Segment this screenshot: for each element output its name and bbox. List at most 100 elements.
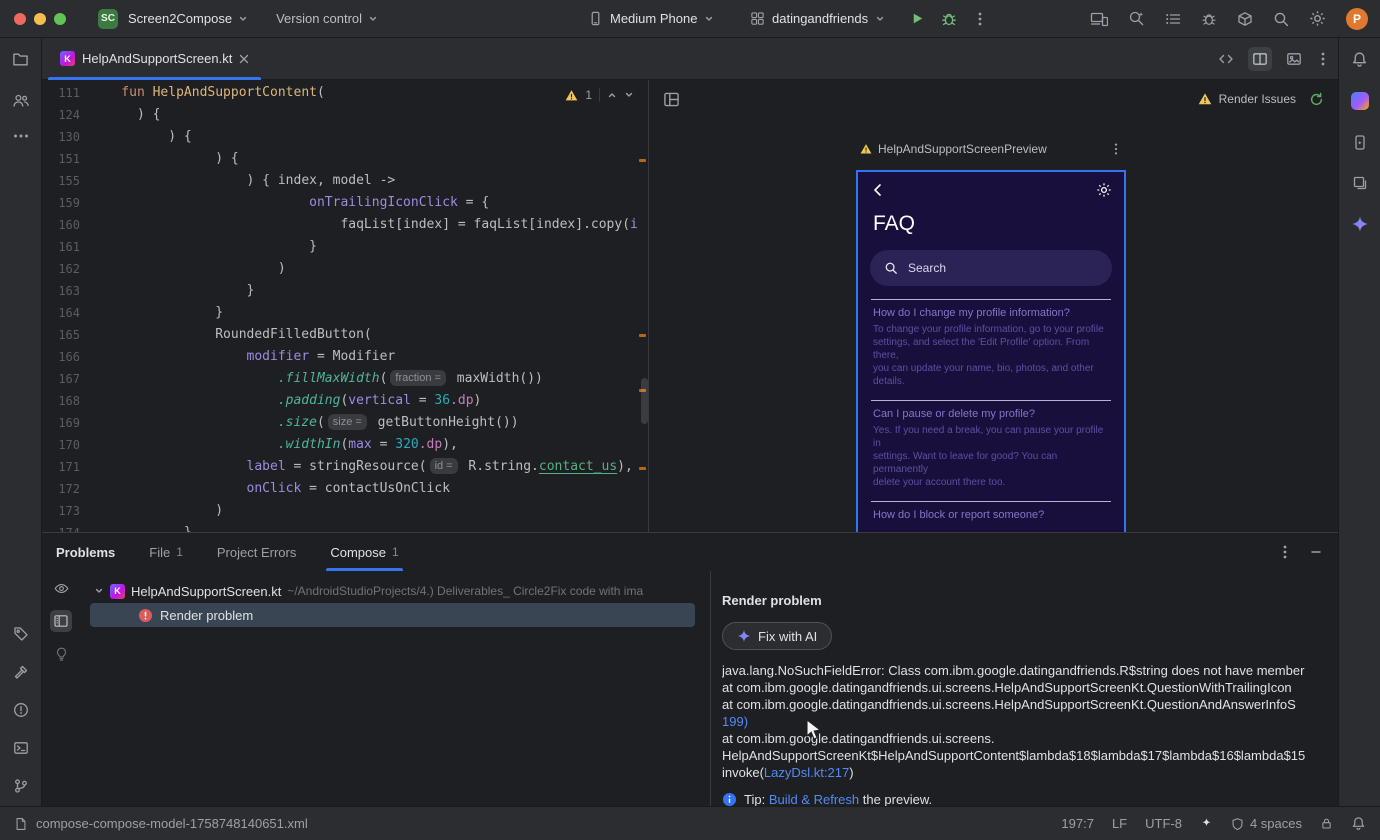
code-editor[interactable]: 111 124 130 151 155 159 160 161 162 163 164 165 166 1… — [42, 80, 648, 532]
terminal-icon[interactable] — [13, 740, 29, 756]
preview-panel-toggle-icon[interactable] — [50, 610, 72, 632]
warning-stripe-mark[interactable] — [639, 159, 646, 162]
code-line[interactable]: modifier = Modifier — [90, 346, 638, 368]
quick-fix-bulb-icon[interactable] — [54, 646, 69, 662]
view-options-eye-icon[interactable] — [53, 581, 70, 596]
people-icon[interactable] — [12, 92, 30, 109]
code-line[interactable]: ) { — [90, 104, 638, 126]
code-line[interactable]: } — [90, 236, 638, 258]
line-separator[interactable]: LF — [1112, 816, 1127, 831]
git-branch-icon[interactable] — [13, 778, 29, 794]
code-line[interactable]: ) { index, model -> — [90, 170, 638, 192]
zoom-window-button[interactable] — [54, 12, 66, 25]
editor-scrollbar[interactable] — [641, 378, 648, 424]
preview-layout-icon[interactable] — [663, 91, 680, 108]
run-configuration-selector[interactable]: datingandfriends — [750, 11, 885, 26]
refresh-icon[interactable] — [1309, 92, 1324, 107]
code-line[interactable]: ) — [90, 258, 638, 280]
debug-button[interactable] — [941, 11, 957, 27]
device-selector[interactable]: Medium Phone — [588, 11, 714, 26]
design-view-icon[interactable] — [1286, 51, 1302, 67]
running-devices-icon[interactable] — [1352, 134, 1368, 151]
notifications-bell-icon[interactable] — [1351, 51, 1368, 68]
code-line[interactable]: .padding(vertical = 36.dp) — [90, 390, 638, 412]
sdk-manager-icon[interactable] — [1237, 11, 1253, 27]
code-view-icon[interactable] — [1218, 51, 1234, 67]
code-line[interactable]: label = stringResource(id = R.string.con… — [90, 456, 638, 478]
task-list-icon[interactable] — [1165, 11, 1181, 27]
ai-sparkle-icon[interactable] — [1200, 817, 1213, 830]
close-tab-icon[interactable] — [239, 54, 249, 64]
build-refresh-link[interactable]: Build & Refresh — [769, 792, 859, 806]
notifications-bell-icon[interactable] — [1351, 816, 1366, 831]
editor-options-icon[interactable] — [1316, 51, 1330, 67]
more-actions-button[interactable] — [973, 11, 987, 27]
code-line[interactable]: } — [90, 280, 638, 302]
file-tab[interactable]: K HelpAndSupportScreen.kt — [48, 38, 262, 80]
chevron-down-icon[interactable] — [94, 586, 104, 596]
layout-inspector-icon[interactable] — [1352, 175, 1368, 191]
code-line[interactable]: .size(size = getButtonHeight()) — [90, 412, 638, 434]
hide-panel-icon[interactable] — [1310, 546, 1322, 558]
problems-file-row[interactable]: K HelpAndSupportScreen.kt ~/AndroidStudi… — [80, 579, 710, 603]
user-avatar[interactable]: P — [1346, 7, 1368, 30]
problems-tab-project-errors[interactable]: Project Errors — [217, 533, 296, 571]
problems-tab-compose[interactable]: Compose 1 — [326, 533, 404, 571]
bookmarks-tag-icon[interactable] — [13, 626, 29, 642]
more-tool-windows-icon[interactable] — [13, 133, 29, 139]
code-line[interactable]: onTrailingIconClick = { — [90, 192, 638, 214]
run-button[interactable] — [910, 11, 925, 26]
vcs-menu[interactable]: Version control — [276, 11, 378, 26]
code-line[interactable]: } — [90, 522, 638, 532]
problem-row-selected[interactable]: Render problem — [90, 603, 695, 627]
app-inspection-icon[interactable] — [1201, 11, 1217, 27]
faq-item[interactable]: How do I change my profile information? T… — [871, 299, 1111, 400]
settings-gear-icon[interactable] — [1309, 10, 1326, 27]
app-insights-icon[interactable] — [1350, 92, 1369, 110]
inspection-widget[interactable]: 1 — [559, 86, 640, 104]
code-line[interactable]: .widthIn(max = 320.dp), — [90, 434, 638, 456]
build-icon[interactable] — [13, 664, 29, 680]
panel-options-icon[interactable] — [1278, 544, 1292, 560]
status-file-label[interactable]: compose-compose-model-1758748140651.xml — [36, 816, 308, 831]
faq-item[interactable]: Can I pause or delete my profile? Yes. If… — [871, 400, 1111, 501]
gemini-star-icon[interactable] — [1351, 215, 1369, 233]
lock-icon[interactable] — [1320, 816, 1333, 831]
code-line[interactable]: onClick = contactUsOnClick — [90, 478, 638, 500]
project-menu[interactable]: Screen2Compose — [128, 11, 248, 26]
code-line[interactable]: ) { — [90, 148, 638, 170]
code-line[interactable]: RoundedFilledButton( — [90, 324, 638, 346]
code-line[interactable]: .fillMaxWidth(fraction = maxWidth()) — [90, 368, 638, 390]
indent-widget[interactable]: 4 spaces — [1231, 816, 1302, 831]
problems-tab-file[interactable]: File 1 — [149, 533, 183, 571]
preview-options-icon[interactable] — [1110, 142, 1122, 156]
ai-search-icon[interactable] — [1128, 10, 1145, 27]
preview-card-header[interactable]: HelpAndSupportScreenPreview — [856, 142, 1126, 156]
split-view-icon[interactable] — [1248, 47, 1272, 71]
minimize-window-button[interactable] — [34, 12, 46, 25]
warning-stripe-mark[interactable] — [639, 467, 646, 470]
next-problem-icon[interactable] — [624, 90, 634, 100]
code-line[interactable]: ) { — [90, 126, 638, 148]
code-line[interactable]: faqList[index] = faqList[index].copy(isE — [90, 214, 638, 236]
back-button[interactable] — [870, 182, 886, 198]
warning-stripe-mark[interactable] — [639, 334, 646, 337]
device-mirroring-icon[interactable] — [1090, 11, 1108, 27]
search-icon[interactable] — [1273, 11, 1289, 27]
previous-problem-icon[interactable] — [607, 90, 617, 100]
stack-link[interactable]: LazyDsl.kt:217 — [764, 765, 849, 780]
close-window-button[interactable] — [14, 12, 26, 25]
code-line[interactable]: } — [90, 302, 638, 324]
file-encoding[interactable]: UTF-8 — [1145, 816, 1182, 831]
fix-with-ai-button[interactable]: Fix with AI — [722, 622, 833, 650]
problems-window-title[interactable]: Problems — [56, 545, 115, 560]
faq-item[interactable]: How do I block or report someone? — [871, 501, 1111, 532]
code-line[interactable]: fun HelpAndSupportContent( — [90, 82, 638, 104]
project-folder-icon[interactable] — [12, 51, 29, 68]
render-issues-status[interactable]: Render Issues — [1198, 92, 1324, 107]
search-bar[interactable]: Search — [870, 250, 1112, 286]
problems-icon[interactable] — [13, 702, 29, 718]
editor-code[interactable]: fun HelpAndSupportContent() {) {) {) { i… — [90, 82, 638, 532]
code-line[interactable]: ) — [90, 500, 638, 522]
settings-gear-icon[interactable] — [1096, 182, 1112, 198]
